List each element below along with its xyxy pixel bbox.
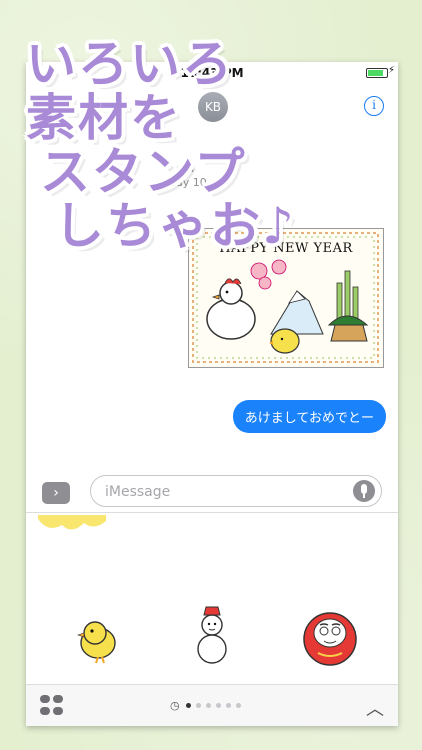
message-input[interactable]: iMessage: [90, 475, 382, 507]
contact-header: KB i: [26, 84, 398, 156]
sticker-title: HAPPY NEW YEAR: [219, 241, 353, 256]
phone-screen: 10:43 PM ⚡ KB i ssa ay 10 HAPPY NEW YEAR…: [26, 62, 398, 726]
drawer-bottom-bar: ◷ ︿: [26, 684, 398, 726]
snowman-sticker[interactable]: [176, 593, 248, 673]
page-dot[interactable]: [186, 703, 191, 708]
avatar[interactable]: KB: [198, 92, 228, 122]
message-placeholder: iMessage: [105, 484, 171, 500]
app-grid-icon[interactable]: [40, 695, 64, 717]
chevron-up-icon[interactable]: ︿: [366, 695, 384, 721]
page-dot[interactable]: [206, 703, 211, 708]
page-dot[interactable]: [196, 703, 201, 708]
conversation: ssa ay 10 HAPPY NEW YEAR あけましておめでとー: [26, 156, 398, 456]
status-bar: 10:43 PM ⚡: [26, 62, 398, 84]
chick-sticker[interactable]: [62, 593, 134, 673]
page-dot[interactable]: [216, 703, 221, 708]
timestamp-line-1: ssa: [176, 162, 195, 175]
timestamp: ssa ay 10: [176, 162, 207, 190]
sticker-drawer: ◷ ︿: [26, 512, 398, 726]
info-icon[interactable]: i: [364, 96, 384, 116]
status-time: 10:43 PM: [180, 66, 244, 80]
page-dot[interactable]: [226, 703, 231, 708]
charging-icon: ⚡: [387, 65, 395, 76]
composer: › iMessage: [26, 470, 398, 510]
battery-icon: [366, 68, 388, 78]
recent-icon[interactable]: ◷: [170, 699, 180, 712]
daruma-sticker[interactable]: [294, 593, 366, 673]
apps-toggle-button[interactable]: ›: [42, 482, 70, 504]
partial-sticker-peek: [38, 515, 106, 530]
page-dot[interactable]: [236, 703, 241, 708]
microphone-icon[interactable]: [353, 480, 375, 502]
new-year-sticker[interactable]: HAPPY NEW YEAR: [188, 228, 384, 368]
sent-message-bubble[interactable]: あけましておめでとー: [232, 400, 386, 433]
timestamp-line-2: ay 10: [176, 176, 207, 189]
